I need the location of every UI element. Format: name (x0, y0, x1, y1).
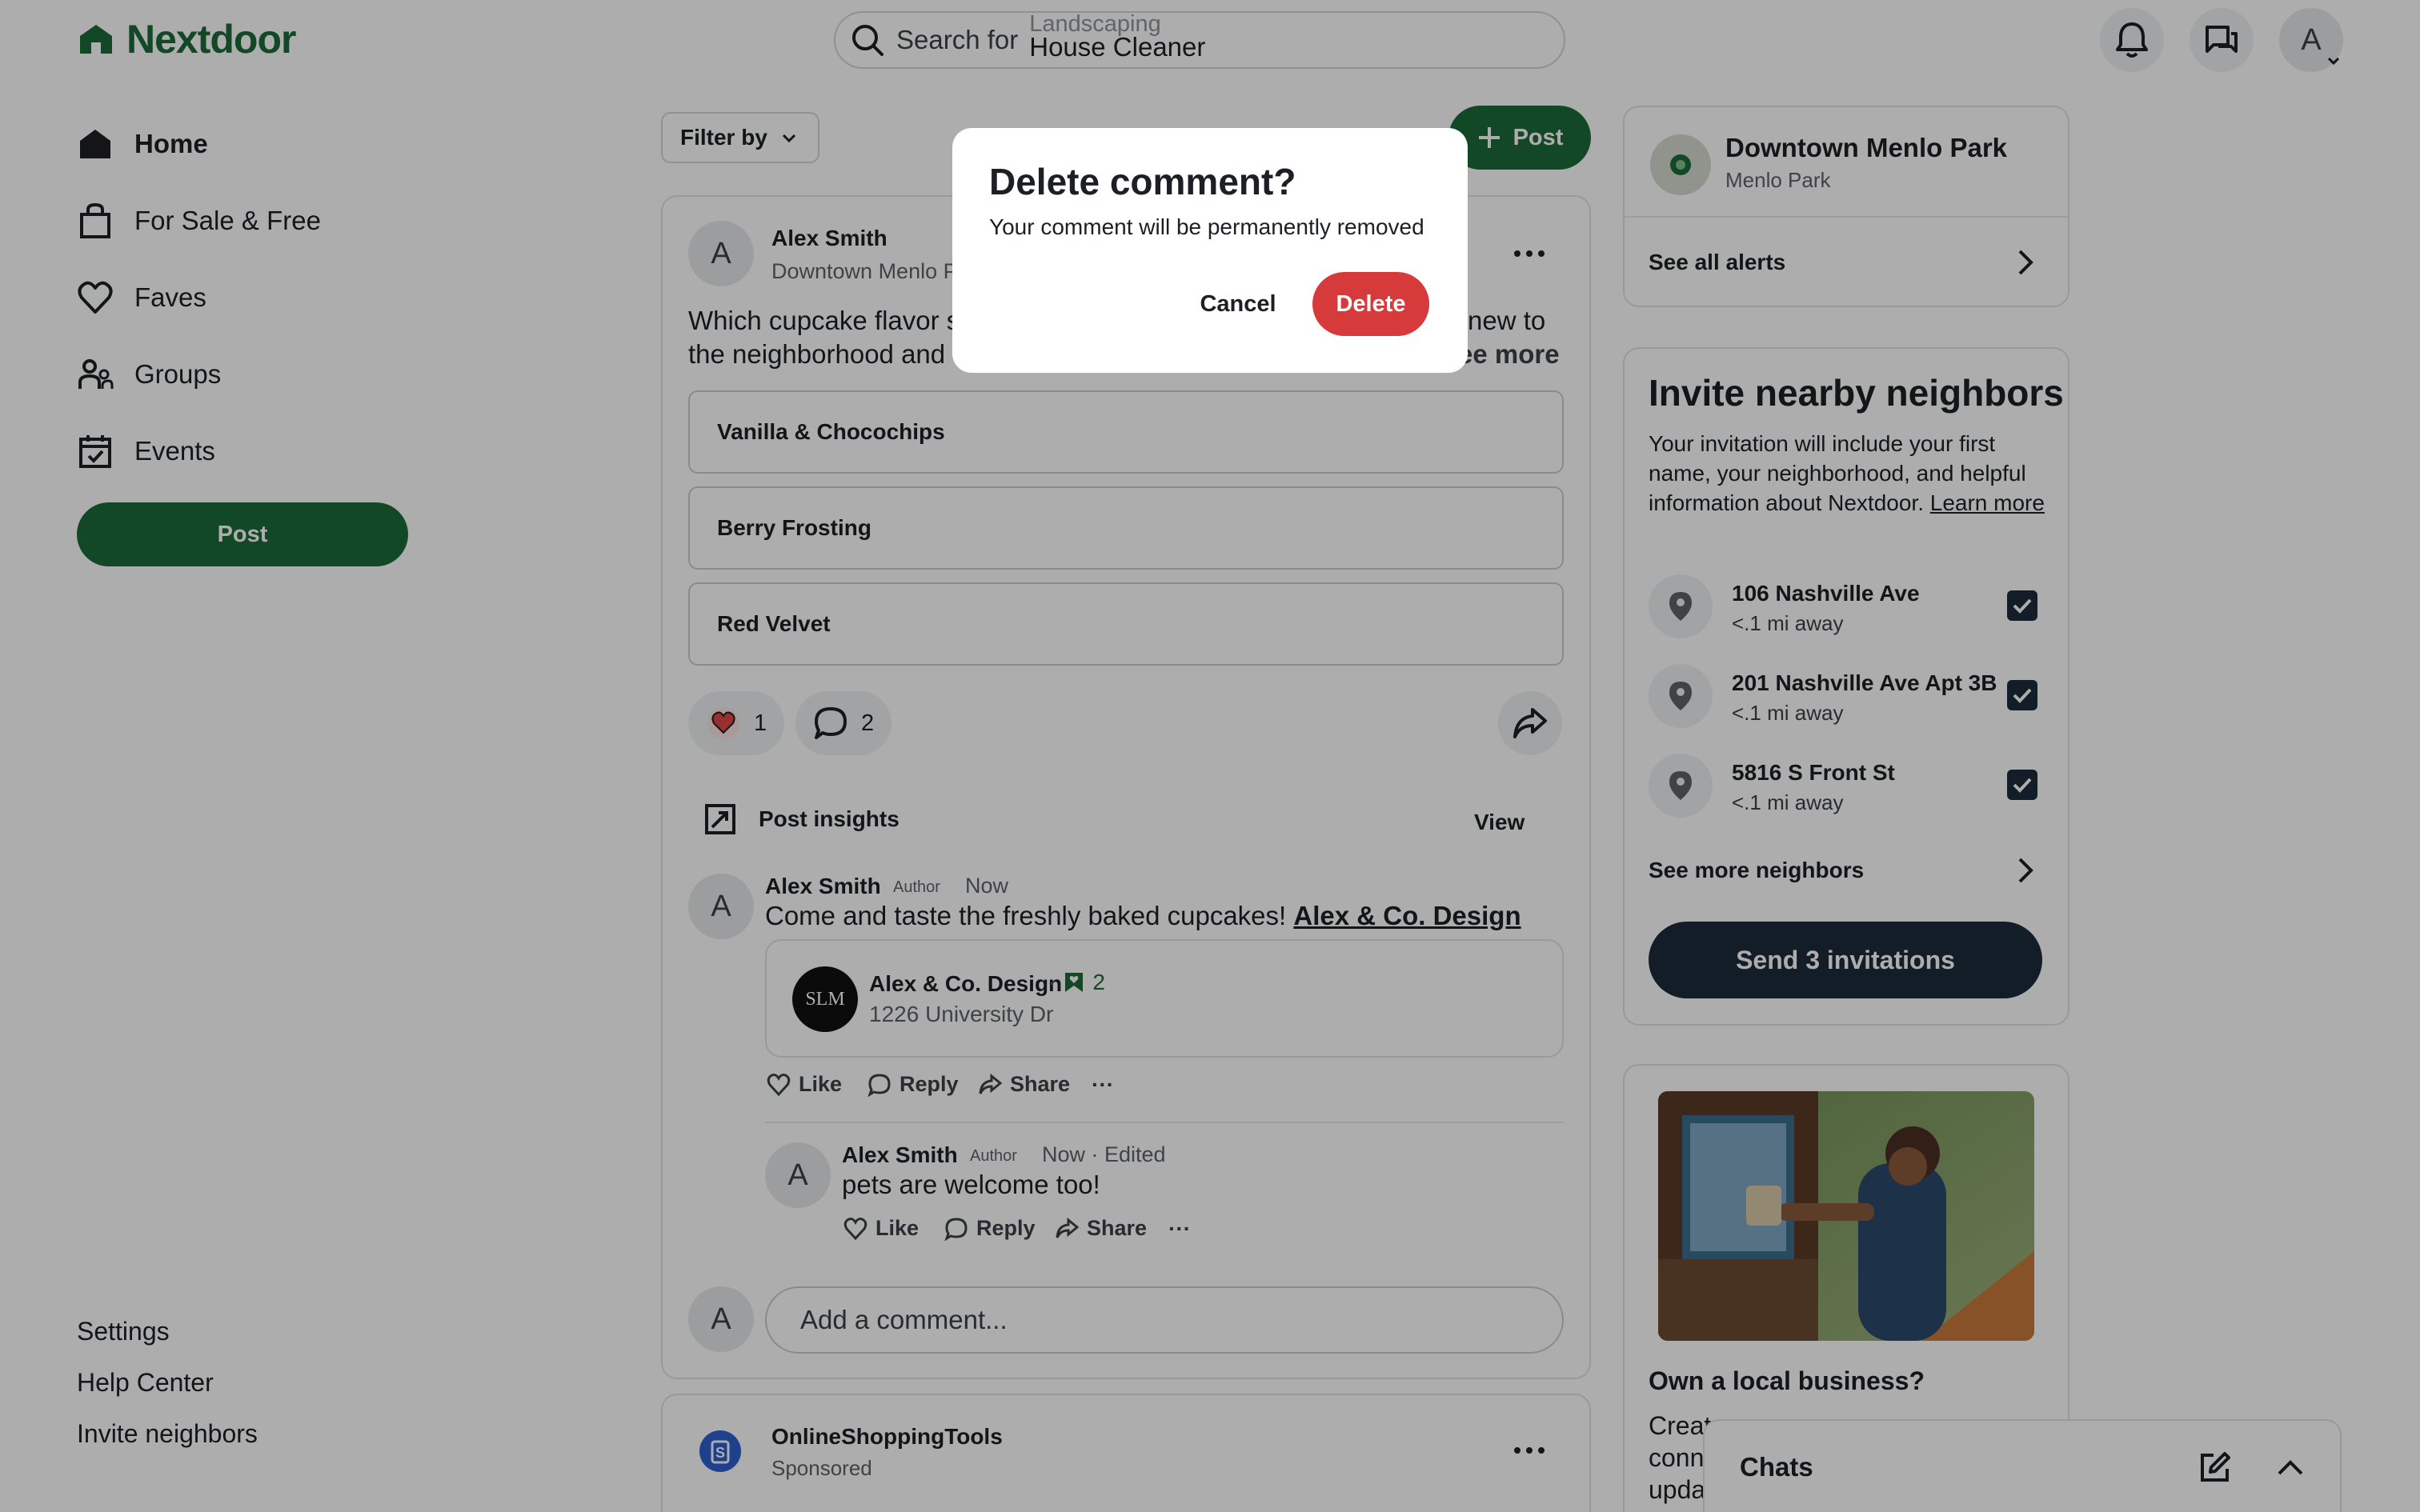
delete-comment-dialog: Delete comment? Your comment will be per… (952, 128, 1468, 373)
cancel-button[interactable]: Cancel (1168, 272, 1308, 336)
dialog-message: Your comment will be permanently removed (989, 214, 1424, 239)
delete-button[interactable]: Delete (1312, 272, 1429, 336)
dialog-title: Delete comment? (989, 161, 1296, 202)
